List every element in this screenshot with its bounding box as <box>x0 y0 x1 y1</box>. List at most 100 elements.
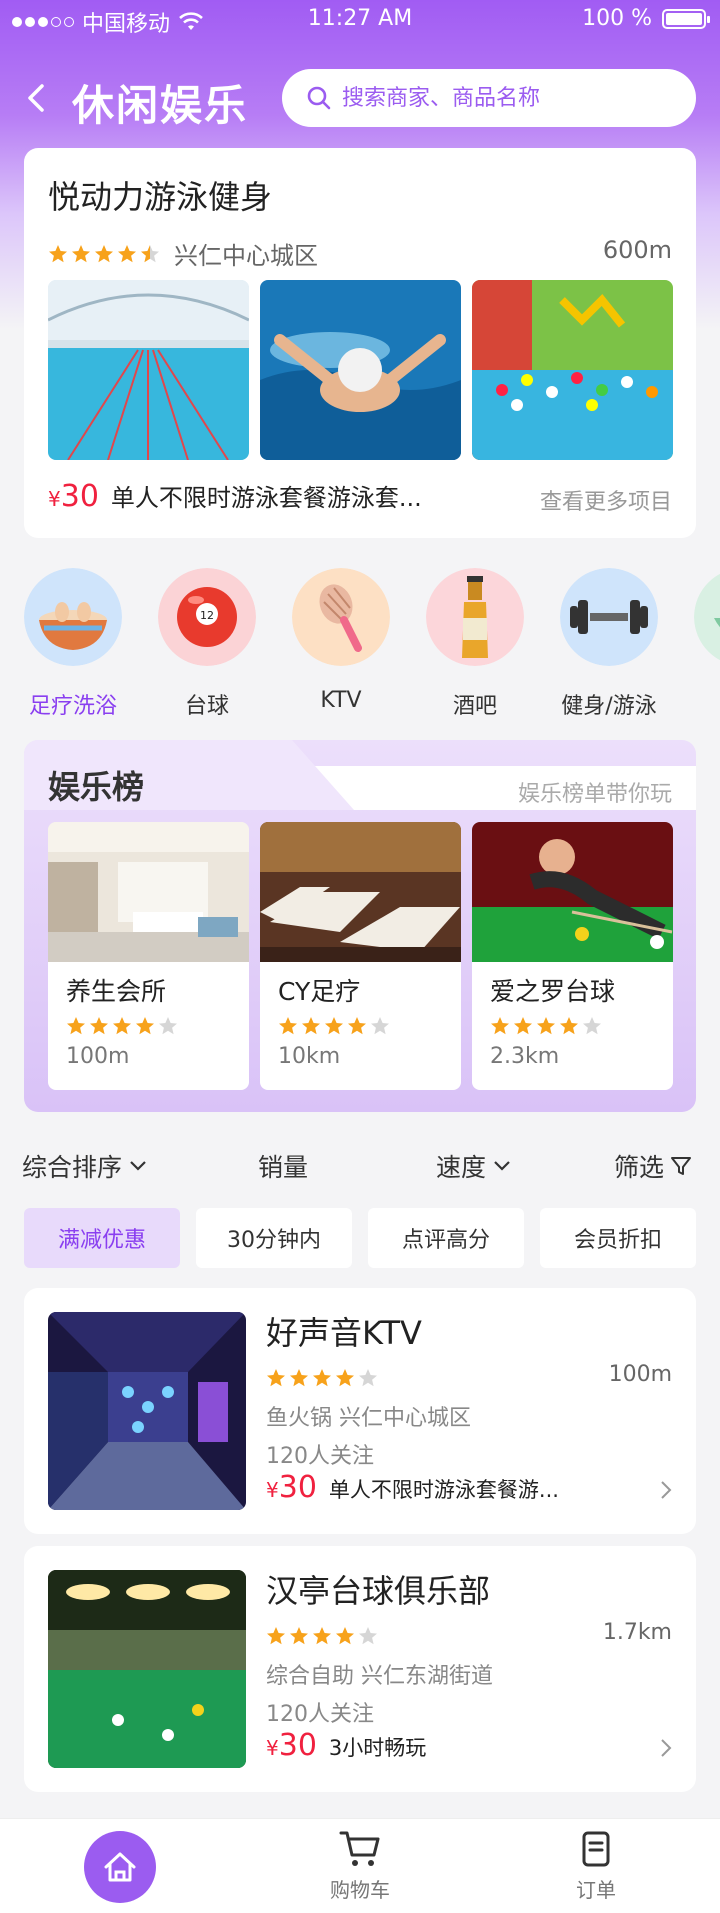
star-icon <box>136 1017 154 1035</box>
star-icon <box>95 244 113 262</box>
chevron-right-icon[interactable] <box>658 1478 674 1502</box>
empty-star-icon <box>583 1017 601 1035</box>
star-rating <box>66 1016 178 1036</box>
deal-text: 单人不限时游泳套餐游... <box>328 1478 559 1502</box>
ranking-item[interactable]: CY足疗 10km <box>260 822 461 1090</box>
star-rating <box>48 244 160 264</box>
app-screen: 中国移动 11:27 AM 100 % 休闲娱乐 悦动力游泳健身 兴 <box>0 0 720 1913</box>
star-icon <box>267 1627 285 1645</box>
filter-chip-top-rated[interactable]: 点评高分 <box>368 1208 524 1268</box>
star-icon <box>118 244 136 262</box>
filter-chip-member[interactable]: 会员折扣 <box>540 1208 696 1268</box>
tab-cart[interactable]: 购物车 <box>300 1829 420 1903</box>
star-icon <box>267 1369 285 1387</box>
item-name: CY足疗 <box>278 977 361 1006</box>
star-icon <box>290 1369 308 1387</box>
status-bar: 中国移动 11:27 AM 100 % <box>0 0 720 40</box>
tab-home[interactable] <box>84 1831 156 1903</box>
deal-price: ¥30 <box>266 1728 317 1763</box>
shop-name: 汉亭台球俱乐部 <box>266 1572 491 1610</box>
billiards-player-photo <box>472 822 673 962</box>
shop-followers: 120人关注 <box>266 1702 374 1727</box>
category-billiards[interactable]: 12 台球 <box>140 568 274 720</box>
ranking-subtitle[interactable]: 娱乐榜单带你玩 <box>518 776 672 808</box>
price-value: 30 <box>60 479 99 514</box>
star-rating <box>490 1016 602 1036</box>
deal-price: ¥30 <box>266 1470 317 1505</box>
beer-bottle-icon <box>426 568 524 666</box>
venue-rating-row: 兴仁中心城区 <box>48 236 318 271</box>
price-value: 30 <box>278 1728 317 1763</box>
item-distance: 2.3km <box>490 1044 560 1069</box>
shop-distance: 100m <box>608 1362 672 1387</box>
billiards-hall-photo <box>48 1570 246 1768</box>
price-value: 30 <box>278 1470 317 1505</box>
empty-star-icon <box>371 1017 389 1035</box>
item-distance: 100m <box>66 1044 130 1069</box>
category-label: 台球 <box>184 694 229 719</box>
kids-ball-pool-photo[interactable] <box>472 280 673 460</box>
tea-icon <box>694 573 720 661</box>
filter-chip-30min[interactable]: 30分钟内 <box>196 1208 352 1268</box>
chevron-right-icon[interactable] <box>658 1736 674 1760</box>
foot-massage-photo <box>260 822 461 962</box>
home-icon <box>104 1852 136 1882</box>
star-icon <box>290 1627 308 1645</box>
sort-speed[interactable]: 速度 <box>436 1148 512 1184</box>
empty-star-icon <box>359 1369 377 1387</box>
item-distance: 10km <box>278 1044 341 1069</box>
orders-icon <box>582 1831 610 1867</box>
venue-photo-strip <box>48 280 673 460</box>
star-icon <box>72 244 90 262</box>
more-items-link[interactable]: 查看更多项目 <box>540 484 672 516</box>
back-arrow-icon[interactable] <box>20 80 56 116</box>
category-bar[interactable]: 酒吧 <box>408 568 542 720</box>
category-label: 健身/游泳 <box>561 694 657 719</box>
shop-card[interactable]: 汉亭台球俱乐部 1.7km 综合自助 兴仁东湖街道 120人关注 ¥30 3小时… <box>24 1546 696 1792</box>
star-icon <box>560 1017 578 1035</box>
ranking-list: 养生会所 100m CY足疗 10km 爱之罗台球 2.3km <box>48 822 673 1090</box>
category-tea[interactable]: 茶 <box>676 568 720 720</box>
deal-text: 3小时畅玩 <box>328 1736 427 1760</box>
shop-name: 好声音KTV <box>266 1314 422 1352</box>
currency-symbol: ¥ <box>48 487 61 511</box>
sort-sales[interactable]: 销量 <box>258 1148 308 1184</box>
currency-symbol: ¥ <box>266 1736 279 1760</box>
foot-bath-icon <box>24 568 122 666</box>
shop-card[interactable]: 好声音KTV 100m 鱼火锅 兴仁中心城区 120人关注 ¥30 单人不限时游… <box>24 1288 696 1534</box>
featured-venue-card[interactable]: 悦动力游泳健身 兴仁中心城区 600m ¥30 单人不限时游泳套餐游泳套... … <box>24 148 696 538</box>
star-icon <box>113 1017 131 1035</box>
star-icon <box>336 1369 354 1387</box>
category-foot-bath[interactable]: 足疗洗浴 <box>6 568 140 720</box>
sort-overall[interactable]: 综合排序 <box>22 1148 148 1184</box>
cart-icon <box>339 1831 380 1866</box>
tab-orders[interactable]: 订单 <box>536 1829 656 1903</box>
star-icon <box>67 1017 85 1035</box>
indoor-pool-photo[interactable] <box>48 280 249 460</box>
ktv-interior-photo <box>48 1312 246 1510</box>
battery-info: 100 % <box>582 6 710 31</box>
shop-deal: ¥30 3小时畅玩 <box>266 1728 606 1763</box>
sort-filter[interactable]: 筛选 <box>614 1148 692 1184</box>
sort-overall-label: 综合排序 <box>22 1153 123 1182</box>
category-label: KTV <box>320 688 362 713</box>
filter-chips: 满减优惠 30分钟内 点评高分 会员折扣 <box>24 1208 696 1268</box>
dumbbell-icon <box>560 568 658 666</box>
swimmer-photo[interactable] <box>260 280 461 460</box>
search-input[interactable] <box>342 85 662 111</box>
featured-deal[interactable]: ¥30 单人不限时游泳套餐游泳套... <box>48 478 468 514</box>
star-rating <box>266 1368 378 1388</box>
search-bar[interactable] <box>282 69 696 127</box>
ranking-item[interactable]: 爱之罗台球 2.3km <box>472 822 673 1090</box>
category-ktv[interactable]: KTV <box>274 568 408 713</box>
shop-category-area: 鱼火锅 兴仁中心城区 <box>266 1406 471 1431</box>
sort-filter-label: 筛选 <box>614 1153 665 1182</box>
category-row: 足疗洗浴 12 台球 KTV 酒吧 健身/游泳 茶 <box>0 568 720 720</box>
filter-chip-discount[interactable]: 满减优惠 <box>24 1208 180 1268</box>
star-icon <box>336 1627 354 1645</box>
venue-distance: 600m <box>602 236 672 264</box>
category-fitness[interactable]: 健身/游泳 <box>542 568 676 720</box>
deal-price: ¥30 <box>48 479 99 514</box>
ranking-item[interactable]: 养生会所 100m <box>48 822 249 1090</box>
billiard-ball-icon: 12 <box>158 568 256 666</box>
